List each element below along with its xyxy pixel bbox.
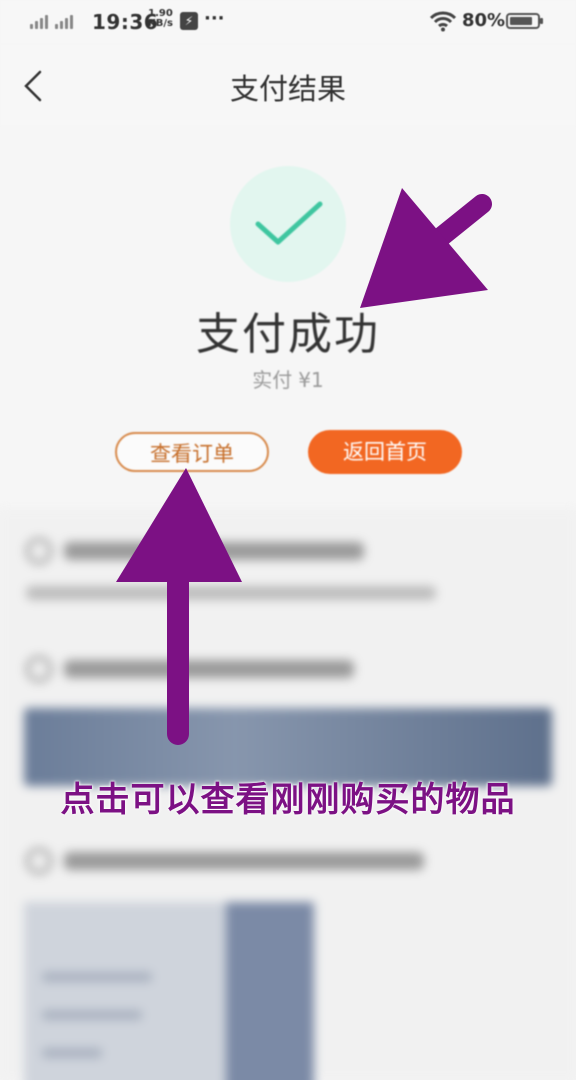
tutorial-caption: 点击可以查看刚刚购买的物品 — [60, 780, 516, 820]
payment-result-page: 19:36 1.90 KB/s ⚡ ··· 80% 支付结果 支付成功 实付 ¥… — [0, 0, 576, 1080]
arrow-to-view-order — [116, 468, 242, 745]
tutorial-arrows — [116, 188, 492, 745]
arrow-to-success-title — [360, 188, 492, 308]
